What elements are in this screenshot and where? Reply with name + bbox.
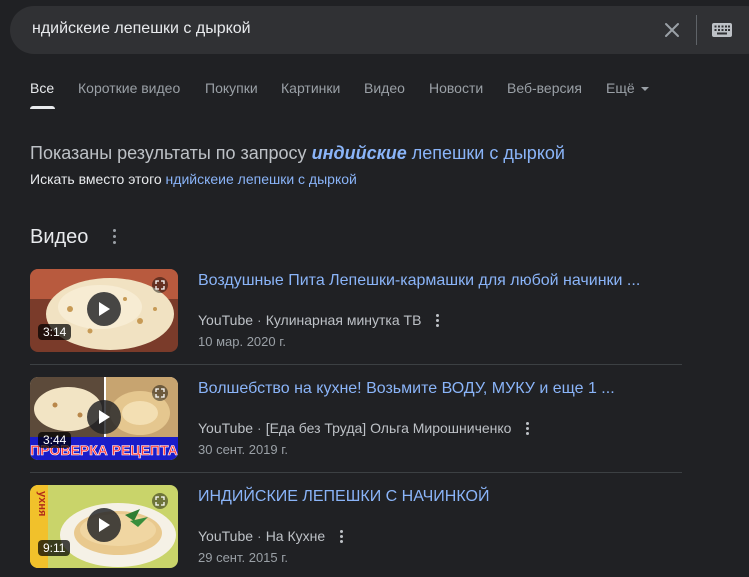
clear-search-button[interactable] bbox=[660, 18, 684, 42]
video-result: ПРОВЕРКА РЕЦЕПТА 3:44 Волшебство на кухн… bbox=[30, 377, 682, 469]
search-instead-link[interactable]: ндийскеие лепешки с дыркой bbox=[166, 171, 357, 187]
video-channel: [Еда без Труда] Ольга Мирошниченко bbox=[265, 420, 512, 436]
video-meta: YouTube · [Еда без Труда] Ольга Мирошничен… bbox=[198, 420, 529, 436]
close-icon bbox=[665, 23, 679, 37]
corrected-rest: лепешки с дыркой bbox=[411, 143, 565, 163]
play-button[interactable] bbox=[87, 508, 121, 542]
corrected-word: индийские bbox=[311, 143, 407, 163]
corrected-query-link[interactable]: индийские лепешки с дыркой bbox=[312, 143, 565, 163]
video-source: YouTube bbox=[198, 420, 254, 436]
result-divider bbox=[30, 364, 682, 365]
play-icon bbox=[99, 302, 110, 316]
tab-more[interactable]: Ещё bbox=[606, 80, 649, 96]
search-instead-prefix: Искать вместо этого bbox=[30, 171, 162, 187]
video-more-options-button[interactable] bbox=[525, 422, 529, 436]
video-meta: YouTube · На Кухне bbox=[198, 528, 343, 544]
search-instead: Искать вместо этого ндийскеие лепешки с … bbox=[30, 171, 357, 187]
video-channel: На Кухне bbox=[265, 528, 326, 544]
video-channel: Кулинарная минутка ТВ bbox=[265, 312, 422, 328]
video-date: 10 мар. 2020 г. bbox=[198, 334, 286, 349]
tab-images[interactable]: Картинки bbox=[281, 80, 340, 96]
video-title-link[interactable]: Воздушные Пита Лепешки-кармашки для любо… bbox=[198, 272, 640, 290]
section-more-options-button[interactable] bbox=[109, 229, 119, 247]
expand-preview-icon[interactable] bbox=[152, 385, 168, 401]
virtual-keyboard-button[interactable] bbox=[710, 19, 734, 41]
video-source: YouTube bbox=[198, 528, 254, 544]
chevron-down-icon bbox=[640, 87, 649, 92]
showing-results-for: Показаны результаты по запросу индийские… bbox=[30, 143, 565, 164]
video-thumbnail[interactable]: ухня 9:11 bbox=[30, 485, 178, 568]
thumbnail-side-label: ухня bbox=[36, 491, 48, 516]
videos-section-title: Видео bbox=[30, 226, 89, 248]
video-more-options-button[interactable] bbox=[435, 314, 439, 328]
tab-shopping[interactable]: Покупки bbox=[205, 80, 258, 96]
video-title-link[interactable]: Волшебство на кухне! Возьмите ВОДУ, МУКУ… bbox=[198, 380, 615, 398]
expand-preview-icon[interactable] bbox=[152, 493, 168, 509]
video-date: 29 сент. 2015 г. bbox=[198, 550, 289, 565]
video-result: ухня 9:11 ИНДИЙСКИЕ ЛЕПЕШКИ С НАЧИНКОЙ Y… bbox=[30, 485, 682, 577]
play-button[interactable] bbox=[87, 400, 121, 434]
search-input[interactable]: ндийскеие лепешки с дыркой bbox=[32, 20, 251, 38]
tab-web[interactable]: Веб-версия bbox=[507, 80, 582, 96]
video-thumbnail[interactable]: ПРОВЕРКА РЕЦЕПТА 3:44 bbox=[30, 377, 178, 460]
play-icon bbox=[99, 518, 110, 532]
video-title-link[interactable]: ИНДИЙСКИЕ ЛЕПЕШКИ С НАЧИНКОЙ bbox=[198, 488, 489, 506]
play-icon bbox=[99, 410, 110, 424]
play-button[interactable] bbox=[87, 292, 121, 326]
result-divider bbox=[30, 472, 682, 473]
video-source: YouTube bbox=[198, 312, 254, 328]
video-duration: 3:44 bbox=[38, 432, 72, 448]
video-more-options-button[interactable] bbox=[339, 530, 343, 544]
video-duration: 3:14 bbox=[38, 324, 72, 340]
video-meta: YouTube · Кулинарная минутка ТВ bbox=[198, 312, 439, 328]
video-result: 3:14 Воздушные Пита Лепешки-кармашки для… bbox=[30, 269, 682, 361]
active-tab-indicator bbox=[30, 106, 55, 109]
tab-videos[interactable]: Видео bbox=[364, 80, 405, 96]
video-duration: 9:11 bbox=[38, 540, 71, 556]
tab-more-label: Ещё bbox=[606, 80, 635, 96]
tab-short-videos[interactable]: Короткие видео bbox=[78, 80, 180, 96]
search-bar-divider bbox=[696, 15, 697, 45]
search-bar[interactable]: ндийскеие лепешки с дыркой bbox=[10, 6, 749, 54]
keyboard-icon bbox=[712, 23, 732, 37]
tab-news[interactable]: Новости bbox=[429, 80, 483, 96]
video-date: 30 сент. 2019 г. bbox=[198, 442, 289, 457]
tab-all[interactable]: Все bbox=[30, 80, 54, 96]
video-thumbnail[interactable]: 3:14 bbox=[30, 269, 178, 352]
correction-prefix: Показаны результаты по запросу bbox=[30, 143, 307, 163]
expand-preview-icon[interactable] bbox=[152, 277, 168, 293]
